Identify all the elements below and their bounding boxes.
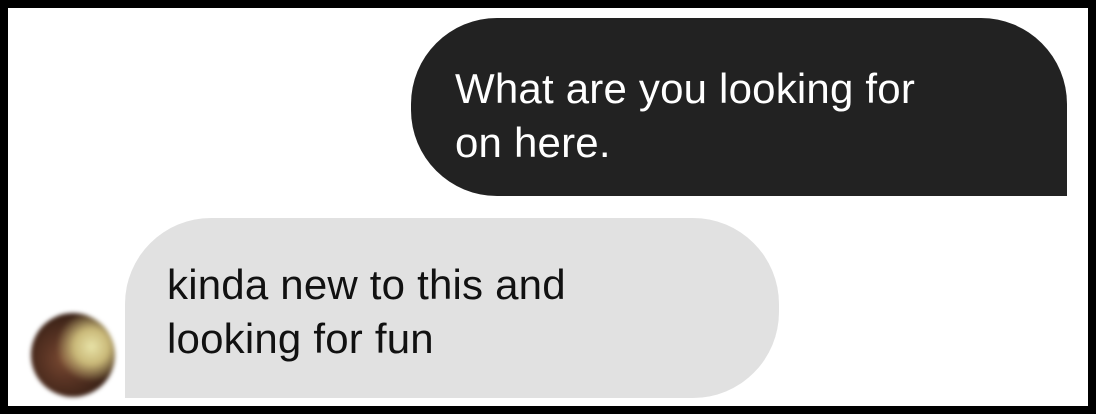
contact-avatar-icon[interactable] — [31, 313, 115, 397]
message-text-line: looking for fun — [167, 315, 434, 362]
message-text-line: on here. — [455, 119, 611, 166]
message-text-line: What are you looking for — [455, 65, 916, 112]
message-bubble-received[interactable]: kinda new to this and looking for fun — [125, 218, 779, 398]
message-bubble-sent[interactable]: What are you looking for on here. — [411, 18, 1067, 196]
chat-frame: What are you looking for on here. kinda … — [8, 8, 1088, 406]
message-text-line: kinda new to this and — [167, 261, 566, 308]
